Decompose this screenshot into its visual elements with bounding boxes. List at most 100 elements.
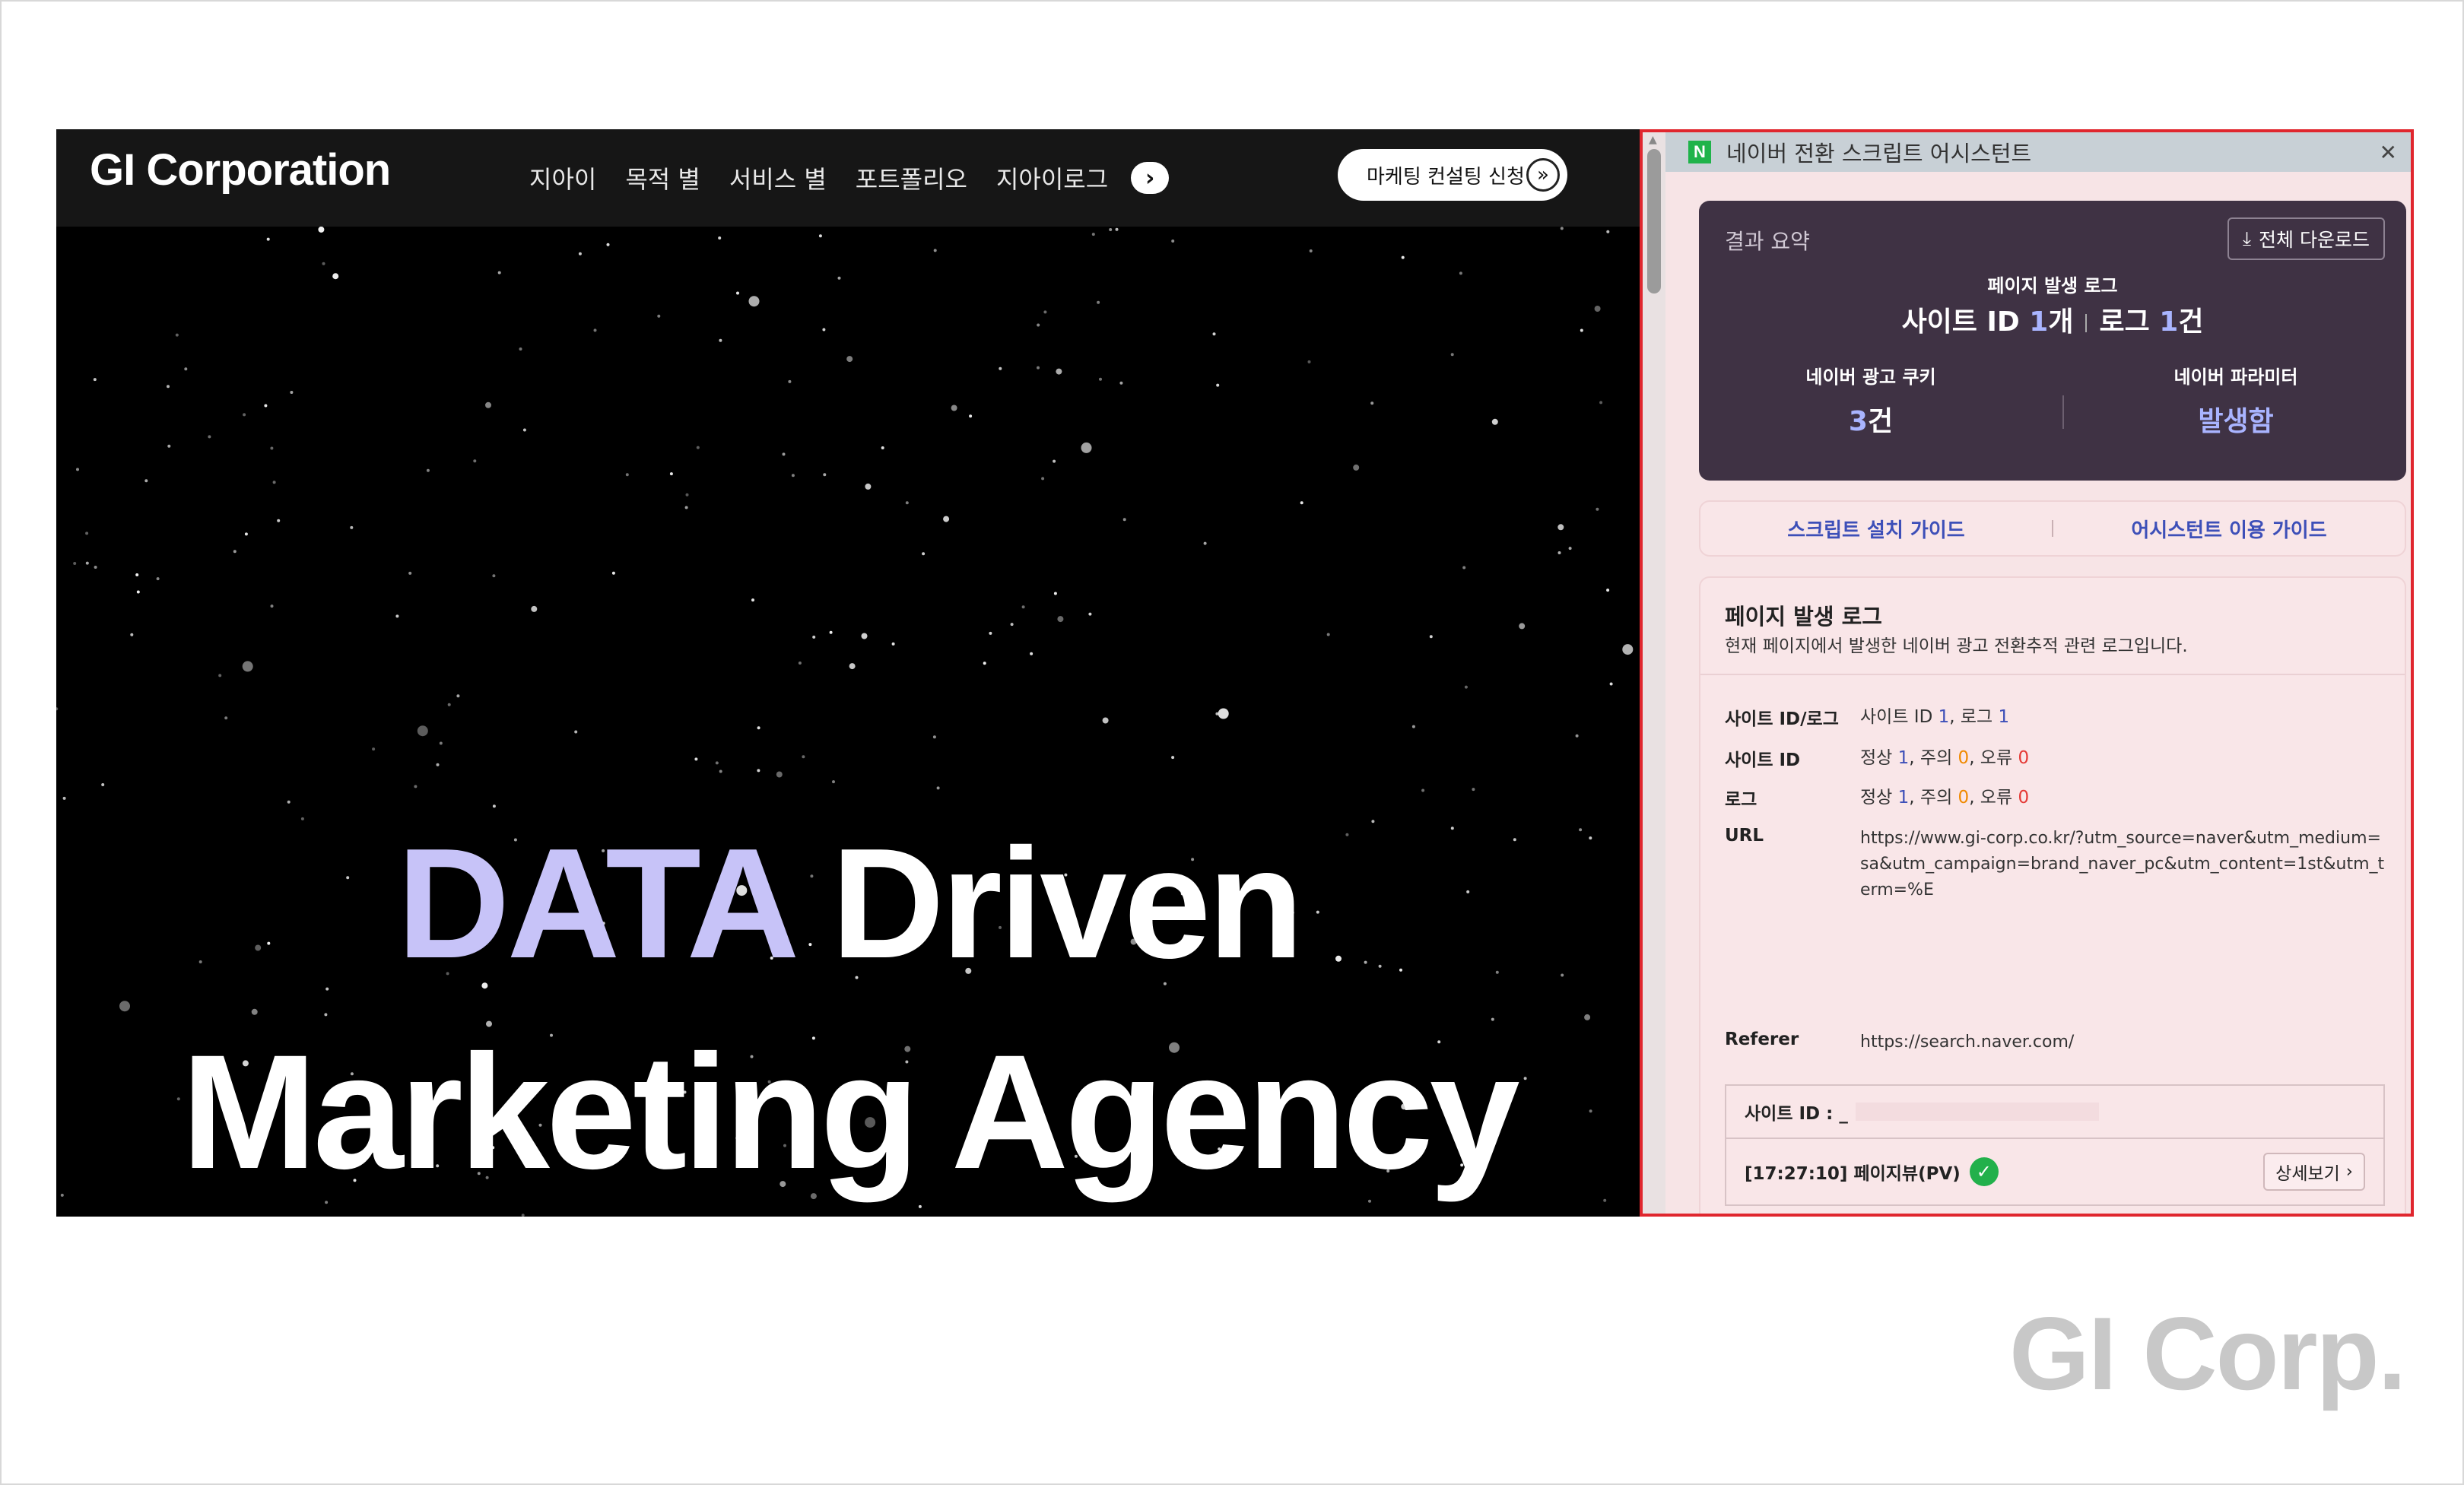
row-key: 사이트 ID/로그 xyxy=(1725,709,1839,729)
nav-item-gi[interactable]: 지아이 xyxy=(529,160,596,195)
star-dot xyxy=(788,379,792,383)
scroll-up-arrow-icon[interactable]: ▲ xyxy=(1649,134,1657,146)
naver-logo-icon: N xyxy=(1688,141,1711,163)
error-count: 0 xyxy=(2018,788,2030,808)
gi-corp-watermark: GI Corp. xyxy=(2009,1296,2406,1411)
star-dot xyxy=(408,571,412,575)
row-value: 사이트 ID 1, 로그 1 xyxy=(1860,704,2385,730)
chevron-right-icon[interactable]: › xyxy=(1131,162,1170,194)
star-dot xyxy=(776,771,783,778)
nav-item-service[interactable]: 서비스 별 xyxy=(729,160,827,195)
star-dot xyxy=(657,314,661,318)
star-dot xyxy=(1462,566,1466,570)
star-dot xyxy=(849,663,856,670)
star-dot xyxy=(1053,459,1056,463)
log-count: 1 xyxy=(2159,306,2179,338)
download-all-button[interactable]: ⤓ 전체 다운로드 xyxy=(2227,217,2385,260)
site-logo[interactable]: GI Corporation xyxy=(90,144,391,195)
site-id-log-box: 사이트 ID : _ [17:27:10] 페이지뷰(PV) ✓ 상세보기 › xyxy=(1725,1084,2385,1206)
star-dot xyxy=(1575,734,1579,738)
star-dot xyxy=(322,262,325,265)
star-dot xyxy=(1030,652,1034,655)
star-dot xyxy=(76,468,79,471)
page-log-card: 페이지 발생 로그 현재 페이지에서 발생한 네이버 광고 전환추적 관련 로그… xyxy=(1699,576,2406,1214)
star-dot xyxy=(1218,708,1229,719)
text: , 오류 xyxy=(1969,748,2018,768)
star-dot xyxy=(244,532,248,536)
star-dot xyxy=(1557,524,1564,531)
star-dot xyxy=(822,328,826,332)
star-dot xyxy=(719,769,722,773)
star-dot xyxy=(751,598,754,602)
star-dot xyxy=(1057,616,1064,623)
star-dot xyxy=(1622,644,1634,655)
star-dot xyxy=(1056,368,1062,375)
star-dot xyxy=(865,483,872,490)
consulting-request-button[interactable]: 마케팅 컨설팅 신청 » xyxy=(1338,149,1567,201)
star-dot xyxy=(167,385,170,389)
nav-item-gilog[interactable]: 지아이로그 xyxy=(996,160,1108,195)
star-dot xyxy=(156,577,160,581)
star-dot xyxy=(1401,255,1405,259)
star-dot xyxy=(606,243,610,246)
star-dot xyxy=(1580,328,1583,332)
unpin-icon[interactable]: ✕ xyxy=(2380,140,2397,165)
star-dot xyxy=(593,328,597,332)
star-dot xyxy=(922,552,926,556)
ad-cookie-unit: 건 xyxy=(1867,406,1894,437)
star-dot xyxy=(208,435,211,439)
referer-value[interactable]: https://search.naver.com/ xyxy=(1860,1030,2385,1055)
star-dot xyxy=(846,356,853,363)
star-dot xyxy=(1037,323,1040,327)
star-dot xyxy=(73,562,77,565)
ad-cookie-label: 네이버 광고 쿠키 xyxy=(1805,366,1936,388)
star-dot xyxy=(1557,551,1561,554)
star-dot xyxy=(175,333,179,337)
script-install-guide-link[interactable]: 스크립트 설치 가이드 xyxy=(1700,515,2052,543)
star-dot xyxy=(1099,377,1102,381)
star-dot xyxy=(1203,541,1207,545)
star-dot xyxy=(1609,682,1613,686)
star-dot xyxy=(350,525,354,529)
star-dot xyxy=(1212,332,1216,336)
star-dot xyxy=(324,1013,328,1017)
scrollbar-thumb[interactable] xyxy=(1647,149,1661,294)
star-dot xyxy=(1037,366,1040,370)
star-dot xyxy=(492,574,496,578)
nav-item-portfolio[interactable]: 포트폴리오 xyxy=(856,160,967,195)
star-dot xyxy=(861,633,868,639)
nav-item-purpose[interactable]: 목적 별 xyxy=(625,160,700,195)
star-dot xyxy=(757,726,760,730)
star-dot xyxy=(266,237,270,241)
star-dot xyxy=(101,783,105,786)
star-dot xyxy=(812,635,816,639)
star-dot xyxy=(696,446,700,449)
scrollbar[interactable]: ▲ xyxy=(1643,132,1665,1214)
star-dot xyxy=(1081,442,1092,453)
url-value[interactable]: https://www.gi-corp.co.kr/?utm_source=na… xyxy=(1860,826,2385,903)
assistant-usage-guide-link[interactable]: 어시스턴트 이용 가이드 xyxy=(2053,515,2405,543)
star-dot xyxy=(1450,353,1454,357)
star-dot xyxy=(1122,518,1126,522)
star-dot xyxy=(782,452,786,456)
star-dot xyxy=(290,391,294,394)
star-dot xyxy=(684,506,688,509)
star-dot xyxy=(999,366,1002,370)
normal-count: 1 xyxy=(1897,748,1910,768)
count: 1 xyxy=(1938,707,1950,727)
star-dot xyxy=(837,276,841,280)
star-dot xyxy=(1109,228,1113,231)
star-dot xyxy=(85,561,89,565)
star-dot xyxy=(521,1214,525,1217)
star-dot xyxy=(1021,605,1025,609)
summary-divider xyxy=(2062,395,2064,429)
row-key: 로그 xyxy=(1725,790,1758,810)
star-dot xyxy=(492,804,496,808)
star-dot xyxy=(136,590,140,594)
star-dot xyxy=(969,414,973,418)
result-summary-card: 결과 요약 ⤓ 전체 다운로드 페이지 발생 로그 사이트 ID 1개 로그 1건… xyxy=(1699,201,2406,481)
view-details-button[interactable]: 상세보기 › xyxy=(2263,1153,2365,1191)
text: 정상 xyxy=(1860,748,1898,768)
star-dot xyxy=(1491,418,1498,425)
extension-side-panel: ▲ N 네이버 전환 스크립트 어시스턴트 ✕ 결과 요약 ⤓ 전체 다운로드 … xyxy=(1640,129,2414,1217)
